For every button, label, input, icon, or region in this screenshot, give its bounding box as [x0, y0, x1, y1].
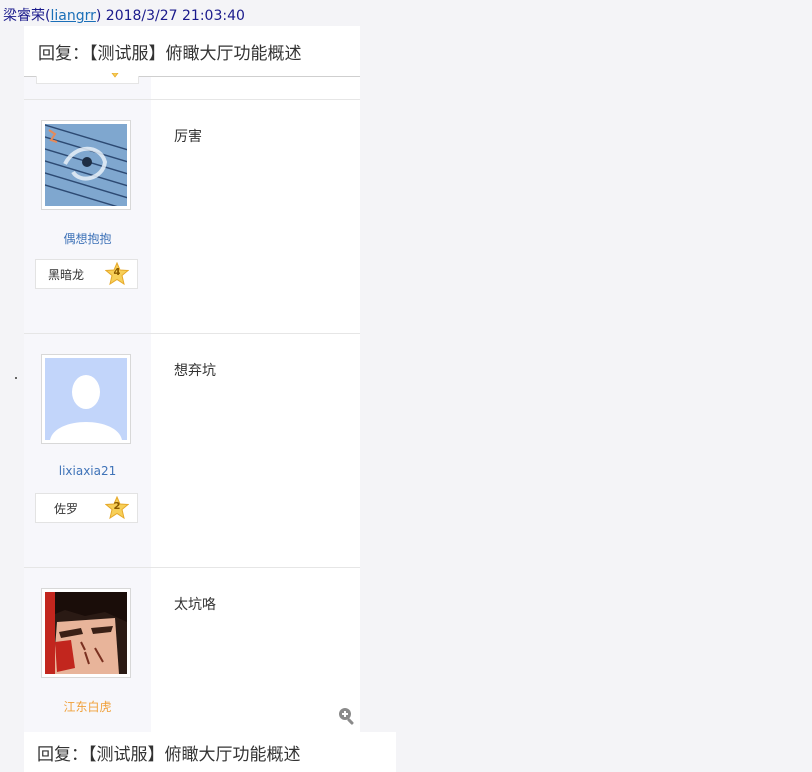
- username-link[interactable]: lixiaxia21: [24, 464, 151, 478]
- post-content: 想弃坑: [174, 363, 216, 379]
- rank-title: 佐罗: [54, 502, 79, 516]
- avatar-image: [45, 124, 127, 206]
- post-timestamp: 2018/3/27 21:03:40: [105, 8, 245, 24]
- post-content: 厉害: [174, 129, 202, 145]
- reply-post: 偶想抱抱 黑暗龙 4 厉害: [24, 99, 360, 334]
- username-link[interactable]: 偶想抱抱: [24, 230, 151, 247]
- thread-header: 回复：【测试服】俯瞰大厅功能概述: [24, 26, 360, 77]
- level-star-icon: 2: [104, 495, 130, 520]
- thread-header-next: 回复：【测试服】俯瞰大厅功能概述: [24, 732, 396, 772]
- star-icon: [111, 73, 119, 78]
- post-meta: 梁睿荣(liangrr) 2018/3/27 21:03:40: [3, 8, 245, 24]
- user-rank-badge: 黑暗龙 4: [35, 259, 138, 289]
- user-rank-badge: 佐罗 2: [35, 493, 138, 523]
- level-number: 4: [113, 267, 121, 278]
- default-avatar-icon: [45, 358, 127, 440]
- post-content: 太坑咯: [174, 597, 216, 613]
- avatar[interactable]: [41, 354, 131, 444]
- level-star-icon: 4: [104, 261, 130, 286]
- reply-post: 江东白虎 太坑咯: [24, 567, 360, 733]
- thread-title: 回复：【测试服】俯瞰大厅功能概述: [38, 43, 302, 64]
- prev-post-badge-remnant: [36, 76, 139, 84]
- zoom-in-icon[interactable]: [337, 706, 357, 726]
- author-id-link[interactable]: liangrr: [50, 8, 95, 24]
- reply-post: lixiaxia21 佐罗 2 想弃坑: [24, 333, 360, 568]
- stray-dot: [15, 377, 17, 379]
- avatar[interactable]: [41, 120, 131, 210]
- level-number: 2: [113, 501, 121, 512]
- thread-title: 回复：【测试服】俯瞰大厅功能概述: [37, 744, 301, 765]
- avatar[interactable]: [41, 588, 131, 678]
- rank-title: 黑暗龙: [48, 268, 85, 282]
- username-link[interactable]: 江东白虎: [24, 698, 151, 715]
- author-name: 梁睿荣: [3, 8, 45, 24]
- avatar-image: [45, 592, 127, 674]
